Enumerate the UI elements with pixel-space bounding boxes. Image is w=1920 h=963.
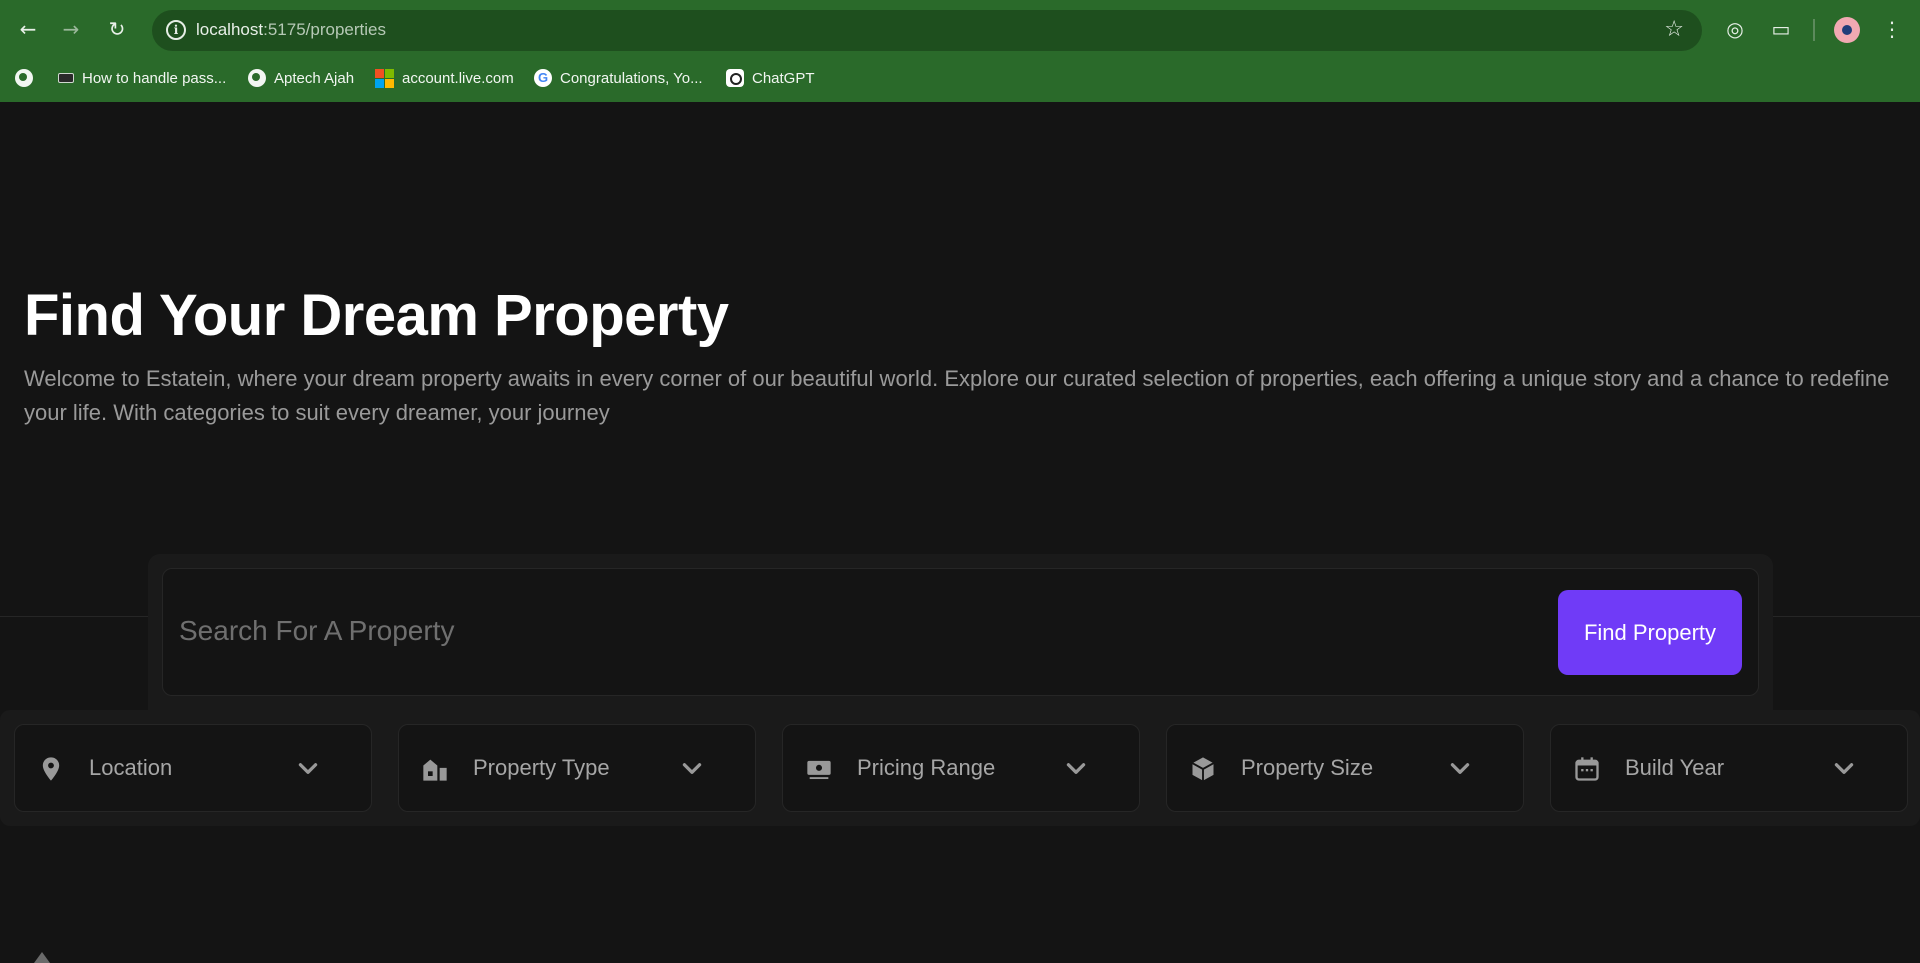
filter-pricing-range[interactable]: Pricing Range	[782, 724, 1140, 812]
search-box: Find Property	[162, 568, 1759, 696]
filter-property-type[interactable]: Property Type	[398, 724, 756, 812]
lens-icon[interactable]: ◎	[1721, 15, 1749, 43]
reload-icon[interactable]: ↻	[102, 14, 132, 44]
bookmark-star-icon[interactable]: ☆	[1664, 17, 1684, 42]
back-icon[interactable]: ←	[13, 14, 43, 44]
browser-chrome: ← → ↻ i localhost:5175/properties ☆ ◎ ▭ …	[0, 0, 1920, 102]
page-title: Find Your Dream Property	[24, 283, 729, 348]
toolbar-separator	[1813, 19, 1815, 41]
filter-label: Build Year	[1625, 755, 1725, 780]
bookmark-4[interactable]: G Congratulations, Yo...	[534, 67, 703, 89]
bookmark-2[interactable]: Aptech Ajah	[248, 67, 354, 89]
filter-label: Property Type	[473, 755, 610, 780]
calendar-icon	[1575, 757, 1599, 781]
google-icon: G	[534, 69, 552, 87]
profile-avatar[interactable]	[1834, 17, 1860, 43]
properties-page: Find Your Dream Property Welcome to Esta…	[0, 102, 1920, 963]
filter-property-size[interactable]: Property Size	[1166, 724, 1524, 812]
bookmark-label: ChatGPT	[752, 69, 815, 87]
browser-toolbar: ← → ↻ i localhost:5175/properties ☆ ◎ ▭ …	[0, 0, 1920, 60]
bookmarks-bar: How to handle pass... Aptech Ajah accoun…	[0, 62, 1920, 92]
bookmark-5[interactable]: ChatGPT	[726, 67, 815, 89]
bookmark-1[interactable]: How to handle pass...	[58, 67, 226, 89]
menu-kebab-icon[interactable]: ⋮	[1878, 15, 1906, 43]
address-url[interactable]: localhost:5175/properties	[196, 20, 386, 40]
money-icon	[807, 760, 831, 780]
globe-icon	[248, 69, 266, 87]
search-input[interactable]	[179, 599, 1529, 663]
cube-icon	[1192, 757, 1214, 781]
filter-label: Location	[89, 755, 173, 780]
find-property-button[interactable]: Find Property	[1558, 590, 1742, 675]
filter-bar: Location Property Type Pricing Range Pro…	[0, 710, 1920, 826]
building-icon	[423, 759, 447, 781]
chevron-down-icon	[1450, 763, 1470, 774]
chevron-down-icon	[682, 763, 702, 774]
site-info-icon[interactable]: i	[166, 20, 186, 40]
chevron-down-icon	[1834, 763, 1854, 774]
filter-build-year[interactable]: Build Year	[1550, 724, 1908, 812]
bookmark-apps[interactable]	[15, 67, 33, 89]
bookmark-label: How to handle pass...	[82, 69, 227, 87]
bookmark-3[interactable]: account.live.com	[375, 67, 514, 89]
address-bar[interactable]: i localhost:5175/properties ☆	[152, 10, 1702, 51]
chatgpt-icon	[726, 69, 744, 87]
hero-description: Welcome to Estatein, where your dream pr…	[24, 366, 1890, 425]
location-pin-icon	[42, 757, 60, 781]
folder-icon	[58, 73, 74, 83]
url-path: :5175/properties	[263, 20, 386, 39]
filter-label: Pricing Range	[857, 755, 996, 780]
filter-label: Property Size	[1241, 755, 1374, 780]
filter-location[interactable]: Location	[14, 724, 372, 812]
decorative-triangle-icon	[34, 952, 50, 963]
extensions-icon[interactable]: ▭	[1767, 15, 1795, 43]
bookmark-label: account.live.com	[402, 69, 514, 87]
forward-icon[interactable]: →	[56, 14, 86, 44]
bookmark-label: Aptech Ajah	[274, 69, 355, 87]
bookmark-label: Congratulations, Yo...	[560, 69, 703, 87]
globe-icon	[15, 69, 33, 87]
microsoft-icon	[375, 68, 394, 88]
chevron-down-icon	[1066, 763, 1086, 774]
search-panel: Find Property	[148, 554, 1773, 712]
url-host: localhost	[196, 20, 264, 39]
chevron-down-icon	[298, 763, 318, 774]
